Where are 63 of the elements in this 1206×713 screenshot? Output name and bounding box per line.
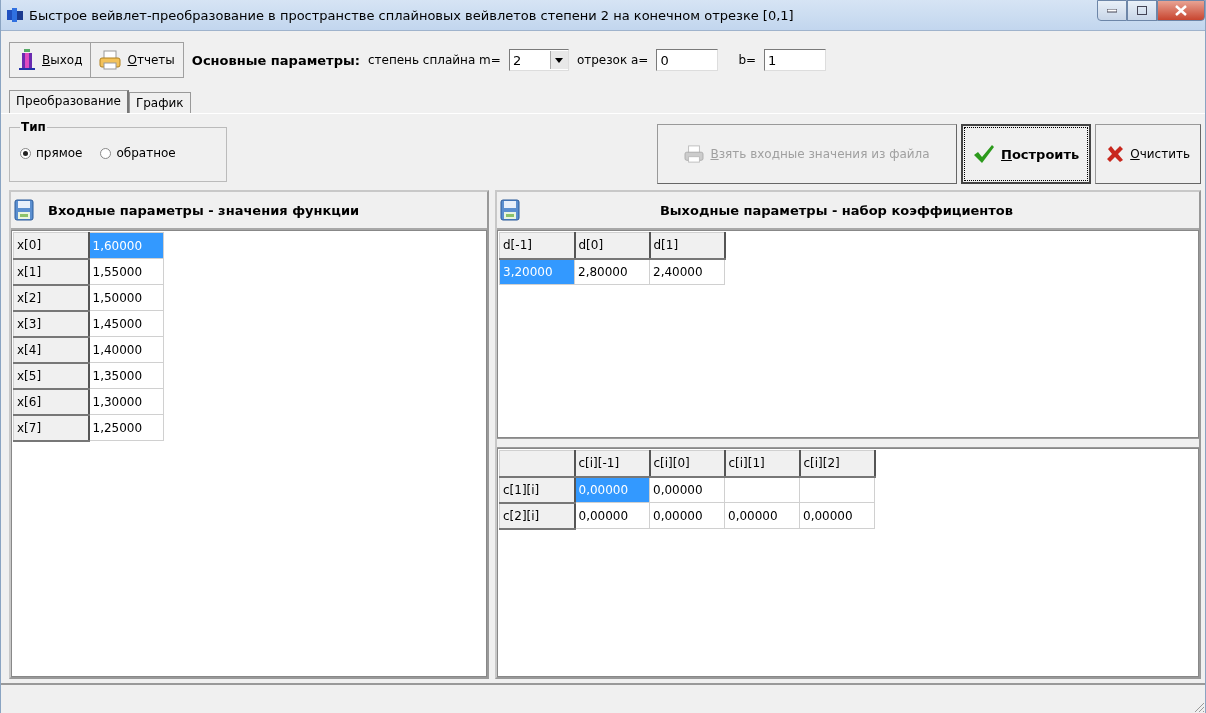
app-icon	[7, 8, 23, 22]
dropdown-arrow-icon	[555, 57, 564, 63]
interval-label: отрезок a=	[576, 53, 649, 67]
printer-icon	[99, 50, 122, 70]
table-cell[interactable]: 1,30000	[88, 388, 164, 415]
b-input-field[interactable]: 1	[764, 49, 827, 71]
table-cell[interactable]: 2,80000	[574, 258, 650, 285]
build-button[interactable]: Построить	[961, 124, 1092, 184]
degree-label: степень сплайна m=	[367, 53, 501, 67]
row-header: x[2]	[13, 284, 89, 311]
row-header: c[2][i]	[499, 502, 575, 529]
radio-option[interactable]: прямое	[20, 146, 83, 160]
table-cell[interactable]: 1,40000	[88, 336, 164, 363]
column-header: c[i][2]	[799, 450, 875, 477]
checkmark-icon	[973, 144, 996, 164]
row-header: x[0]	[13, 232, 89, 259]
table-cell[interactable]: 1,50000	[88, 284, 164, 311]
a-input-field[interactable]: 0	[656, 49, 719, 71]
row-header: x[7]	[13, 414, 89, 441]
minimize-icon	[1107, 8, 1117, 13]
row-header: c[1][i]	[499, 476, 575, 503]
table-cell[interactable]: 1,25000	[88, 414, 164, 441]
close-icon	[1175, 5, 1187, 16]
row-header: x[6]	[13, 388, 89, 415]
tab[interactable]: Преобразование	[9, 90, 129, 113]
b-label: b=	[738, 53, 757, 67]
clear-button[interactable]: Очистить	[1095, 124, 1201, 184]
resize-grip-icon[interactable]	[1193, 701, 1205, 713]
close-button[interactable]	[1157, 0, 1205, 21]
degree-dropdown[interactable]: 2	[508, 49, 569, 71]
section-label: Основные параметры:	[191, 52, 360, 68]
table-cell[interactable]: 0,00000	[649, 502, 725, 529]
panel-title: Входные параметры - значения функции	[48, 202, 360, 218]
splitter[interactable]	[497, 438, 1199, 448]
table-cell[interactable]: 2,40000	[649, 258, 725, 285]
cross-icon	[1106, 145, 1125, 163]
row-header: x[3]	[13, 310, 89, 337]
table-cell[interactable]: 0,00000	[724, 502, 800, 529]
column-header: d[0]	[574, 232, 650, 259]
table-cell[interactable]: 1,35000	[88, 362, 164, 389]
table-cell[interactable]: 1,55000	[88, 258, 164, 285]
row-header: x[5]	[13, 362, 89, 389]
column-header: c[i][0]	[649, 450, 725, 477]
column-header: c[i][1]	[724, 450, 800, 477]
column-header: d[-1]	[499, 232, 575, 259]
table-cell[interactable]: 0,00000	[574, 502, 650, 529]
row-header: x[4]	[13, 336, 89, 363]
table-cell[interactable]: 0,00000	[649, 476, 725, 503]
row-header: x[1]	[13, 258, 89, 285]
radio-option[interactable]: обратное	[100, 146, 176, 160]
exit-door-icon	[18, 48, 36, 72]
group-title: Тип	[20, 120, 47, 134]
column-header: d[1]	[649, 232, 725, 259]
table-cell[interactable]: 0,00000	[799, 502, 875, 529]
window-title: Быстрое вейвлет-преобразование в пространстве сплайновых вейвлетов степени 2 на конечном отрезке [0,1]	[29, 7, 795, 23]
tab[interactable]: График	[128, 92, 191, 113]
exit-button[interactable]: Выход	[10, 43, 92, 77]
printer-icon	[684, 145, 705, 163]
maximize-button[interactable]	[1127, 0, 1157, 21]
maximize-icon	[1137, 6, 1147, 15]
table-cell[interactable]: 1,45000	[88, 310, 164, 337]
column-header: c[i][-1]	[574, 450, 650, 477]
panel-title: Выходные параметры - набор коэффициентов	[658, 202, 1015, 218]
